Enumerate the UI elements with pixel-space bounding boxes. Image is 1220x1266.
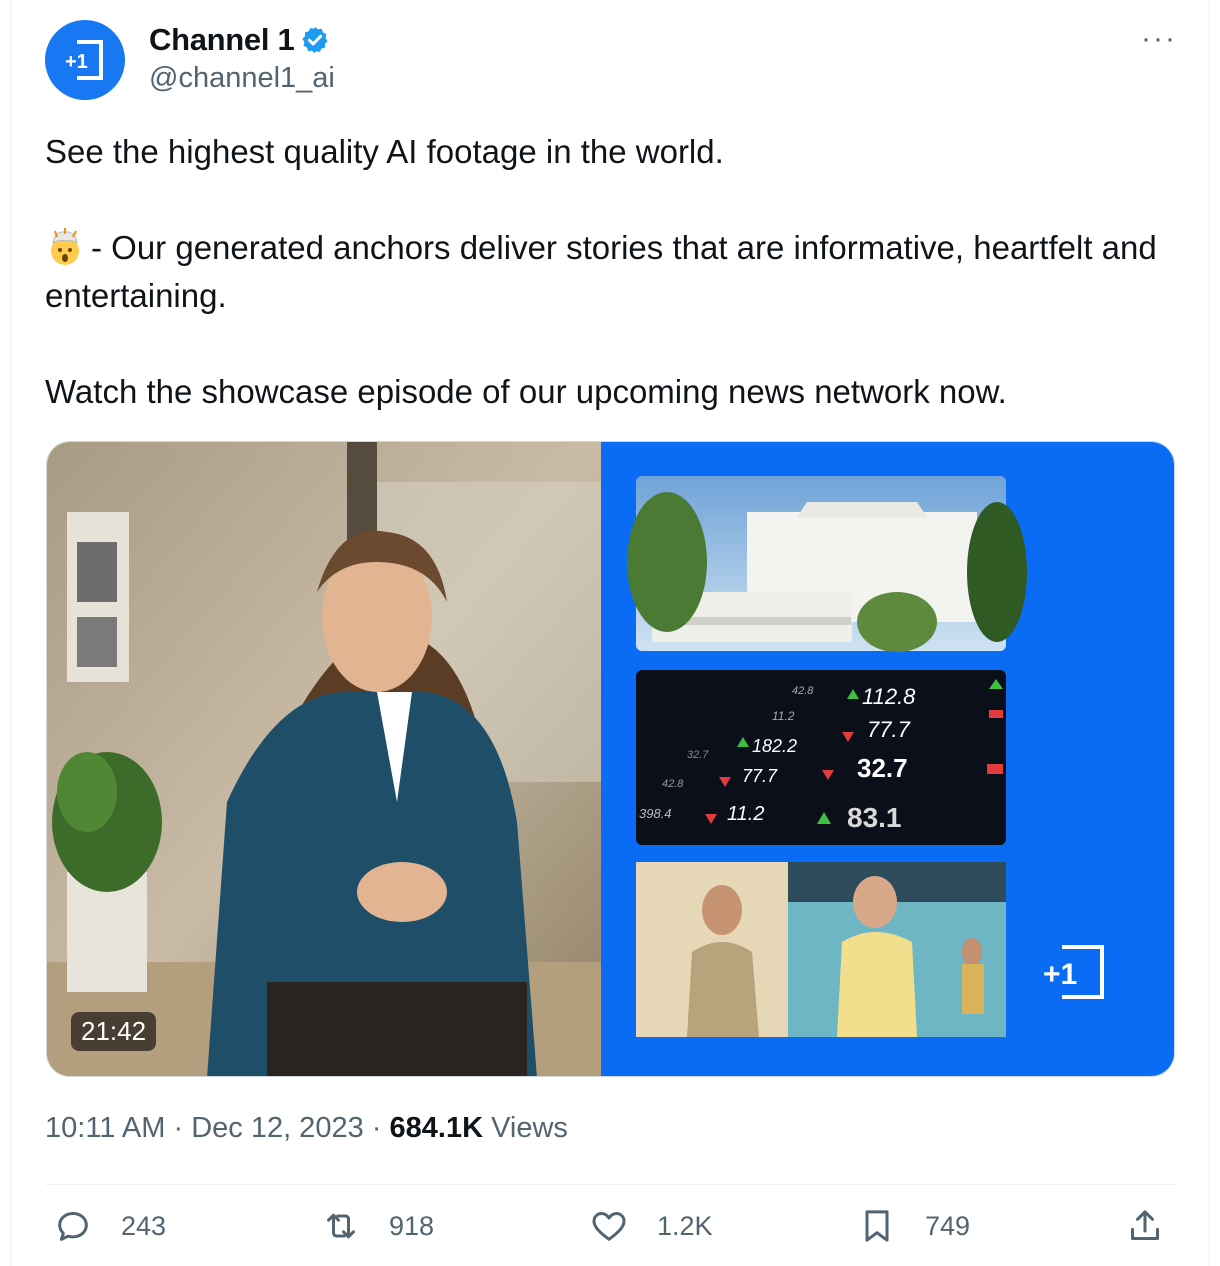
repost-count: 918	[389, 1210, 435, 1241]
stock-ticker-image: 112.8 77.7 32.7 83.1 182.2 77.7 11.2 11.…	[636, 670, 1006, 845]
svg-text:398.4: 398.4	[639, 806, 672, 821]
avatar[interactable]: +1	[45, 20, 125, 100]
promo-panel: 112.8 77.7 32.7 83.1 182.2 77.7 11.2 11.…	[601, 442, 1174, 1076]
channel1-logo-icon: +1	[65, 40, 103, 80]
tweet-card: +1 Channel 1 @channel1_ai ··· See the hi…	[10, 0, 1210, 1266]
post-line-2-text: - Our generated anchors deliver stories …	[45, 229, 1157, 314]
meta-separator: ·	[173, 1112, 184, 1144]
reply-count: 243	[121, 1210, 167, 1241]
white-house-image	[627, 476, 1027, 652]
plant	[52, 752, 162, 992]
bookmark-count: 749	[925, 1210, 971, 1241]
post-line-3: Watch the showcase episode of our upcomi…	[45, 373, 1007, 410]
svg-text:11.2: 11.2	[727, 803, 764, 825]
movie-scene-image	[636, 862, 1006, 1037]
repost-button[interactable]: 918	[321, 1206, 434, 1246]
svg-text:11.2: 11.2	[772, 709, 795, 723]
share-icon	[1131, 1210, 1159, 1240]
exploding-head-emoji-icon	[51, 228, 79, 265]
share-button[interactable]	[1125, 1206, 1193, 1246]
svg-text:42.8: 42.8	[792, 685, 814, 697]
post-text: See the highest quality AI footage in th…	[45, 128, 1185, 416]
post-time[interactable]: 10:11 AM	[45, 1112, 165, 1144]
repost-icon	[327, 1213, 355, 1239]
divider	[45, 1184, 1177, 1185]
reply-icon	[58, 1212, 88, 1241]
action-bar: 243 918 1.2K 749	[45, 1206, 1177, 1258]
verified-badge-icon	[302, 26, 329, 54]
svg-text:83.1: 83.1	[847, 802, 902, 833]
like-button[interactable]: 1.2K	[589, 1206, 713, 1246]
svg-text:77.7: 77.7	[742, 766, 778, 786]
post-date[interactable]: Dec 12, 2023	[191, 1112, 364, 1144]
svg-text:42.8: 42.8	[662, 778, 684, 790]
bookmark-icon	[865, 1210, 889, 1242]
meta-separator: ·	[371, 1112, 382, 1144]
svg-text:+1: +1	[1043, 958, 1077, 991]
more-options-button[interactable]: ···	[1141, 22, 1177, 56]
svg-text:182.2: 182.2	[752, 736, 797, 756]
views-count[interactable]: 684.1K	[390, 1112, 484, 1144]
post-metadata: 10:11 AM · Dec 12, 2023 · 684.1K Views	[45, 1112, 568, 1145]
anchor-scene	[47, 442, 601, 1076]
svg-text:77.7: 77.7	[867, 717, 911, 742]
svg-text:112.8: 112.8	[862, 684, 916, 709]
heart-icon	[592, 1212, 626, 1241]
like-count: 1.2K	[657, 1210, 713, 1241]
reply-button[interactable]: 243	[53, 1206, 166, 1246]
video-duration-badge: 21:42	[71, 1012, 157, 1051]
post-line-2: - Our generated anchors deliver stories …	[45, 224, 1185, 320]
video-frame: 112.8 77.7 32.7 83.1 182.2 77.7 11.2 11.…	[47, 442, 1174, 1076]
author-name-row: Channel 1	[149, 22, 330, 58]
svg-text:32.7: 32.7	[857, 753, 908, 783]
svg-text:+1: +1	[65, 51, 88, 73]
author-handle[interactable]: @channel1_ai	[149, 62, 335, 95]
bookmark-button[interactable]: 749	[857, 1206, 970, 1246]
display-name[interactable]: Channel 1	[149, 22, 295, 58]
video-thumbnail[interactable]: 112.8 77.7 32.7 83.1 182.2 77.7 11.2 11.…	[46, 441, 1175, 1077]
views-label: Views	[491, 1112, 568, 1144]
svg-text:32.7: 32.7	[687, 749, 709, 761]
post-line-1: See the highest quality AI footage in th…	[45, 133, 724, 170]
